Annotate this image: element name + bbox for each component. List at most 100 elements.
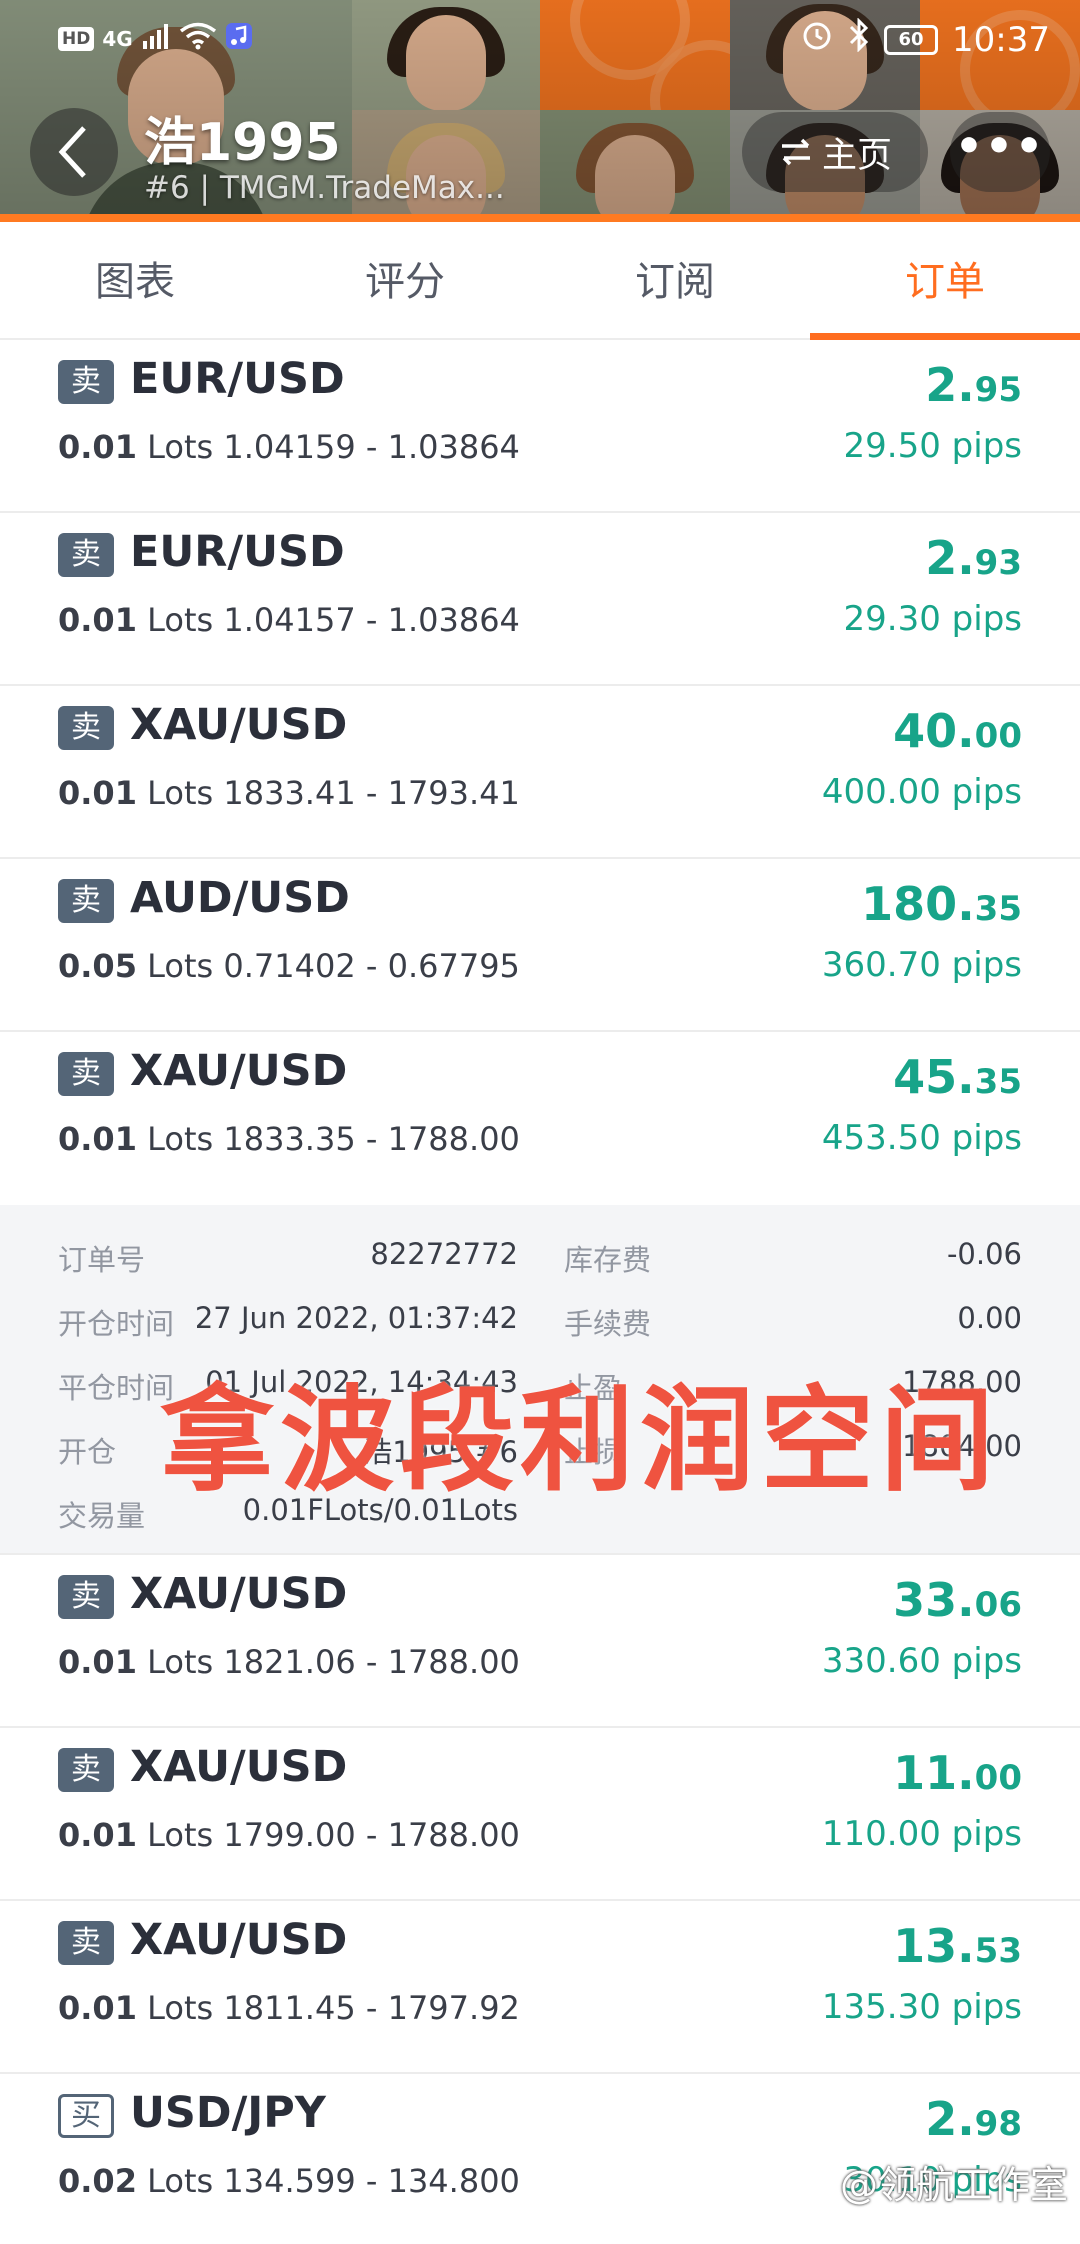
order-qty: 0.01 [58,774,137,812]
order-profit: 2.93 [925,531,1022,585]
sell-badge: 卖 [58,706,114,750]
order-list: 卖 EUR/USD 0.01 Lots 1.04159 - 1.03864 2.… [0,340,1080,2244]
lots-label: Lots [147,2162,214,2200]
back-button[interactable] [30,108,118,196]
open-time-label: 开仓时间 [58,1307,175,1341]
order-pips: 400.00 pips [821,772,1022,812]
tab-subscribe[interactable]: 订阅 [540,222,810,338]
profit-int: 40. [893,704,975,758]
profit-dec: 95 [974,370,1022,410]
order-no-label: 订单号 [58,1243,146,1277]
order-price-range: 1833.35 - 1788.00 [223,1120,520,1158]
wifi-icon [179,22,217,55]
order-qty: 0.01 [58,1120,137,1158]
chevron-left-icon [58,126,86,178]
tab-chart[interactable]: 图表 [0,222,270,338]
order-lots: 0.02 Lots 134.599 - 134.800 [58,2162,520,2200]
order-qty: 0.01 [58,601,137,639]
order-price-range: 1799.00 - 1788.00 [223,1816,520,1854]
order-symbol: XAU/USD [130,1046,348,1096]
battery-icon: 60 [884,24,939,55]
order-symbol: XAU/USD [130,1569,348,1619]
order-symbol: EUR/USD [130,354,345,404]
commission-value: 0.00 [957,1301,1022,1335]
order-symbol: XAU/USD [130,1915,348,1965]
order-row[interactable]: 卖 XAU/USD 0.01 Lots 1821.06 - 1788.00 33… [0,1555,1080,1728]
swap-icon [781,138,810,166]
order-price-range: 1.04159 - 1.03864 [223,428,520,466]
profit-dec: 06 [974,1585,1022,1625]
home-button[interactable]: 主页 [742,112,928,192]
order-row[interactable]: 卖 EUR/USD 0.01 Lots 1.04159 - 1.03864 2.… [0,340,1080,513]
order-pips: 453.50 pips [821,1118,1022,1158]
order-price-range: 134.599 - 134.800 [223,2162,520,2200]
order-pips: 110.00 pips [821,1814,1022,1854]
order-row[interactable]: 卖 EUR/USD 0.01 Lots 1.04157 - 1.03864 2.… [0,513,1080,686]
profit-int: 11. [893,1746,975,1800]
profit-int: 2. [925,531,975,585]
order-symbol: EUR/USD [130,527,345,577]
watermark: @领航工作室 [839,2163,1068,2207]
order-profit: 33.06 [893,1573,1022,1627]
profit-dec: 35 [974,1062,1022,1102]
more-menu-button[interactable]: ••• [950,112,1050,192]
sell-badge: 卖 [58,879,114,923]
order-lots: 0.01 Lots 1833.41 - 1793.41 [58,774,520,812]
order-qty: 0.05 [58,947,137,985]
volume-label: 交易量 [58,1499,146,1533]
header-accent-line [0,214,1080,222]
lots-label: Lots [147,1989,214,2027]
profit-int: 45. [893,1050,975,1104]
order-lots: 0.01 Lots 1799.00 - 1788.00 [58,1816,520,1854]
order-lots: 0.01 Lots 1.04157 - 1.03864 [58,601,520,639]
order-symbol: XAU/USD [130,700,348,750]
profit-dec: 53 [974,1931,1022,1971]
order-row-expanded[interactable]: 卖 XAU/USD 0.01 Lots 1833.35 - 1788.00 45… [0,1032,1080,1205]
network-label: 4G [102,26,133,51]
lots-label: Lots [147,1643,214,1681]
profit-dec: 00 [974,1758,1022,1798]
order-lots: 0.01 Lots 1811.45 - 1797.92 [58,1989,520,2027]
profit-dec: 35 [974,889,1022,929]
tab-rating[interactable]: 评分 [270,222,540,338]
order-qty: 0.01 [58,1816,137,1854]
order-lots: 0.01 Lots 1.04159 - 1.03864 [58,428,520,466]
profit-dec: 98 [974,2104,1022,2144]
sell-badge: 卖 [58,1748,114,1792]
order-symbol: AUD/USD [130,873,350,923]
swap-value: -0.06 [946,1237,1022,1271]
order-profit: 11.00 [893,1746,1022,1800]
order-row[interactable]: 卖 XAU/USD 0.01 Lots 1799.00 - 1788.00 11… [0,1728,1080,1901]
lots-label: Lots [147,1120,214,1158]
home-button-label: 主页 [821,135,892,176]
order-profit: 2.95 [925,358,1022,412]
order-no-value: 82272772 [370,1237,518,1271]
profile-header: HD 4G 60 10:37 浩1995 #6 | TMGM.TradeMax.… [0,0,1080,222]
order-row[interactable]: 卖 XAU/USD 0.01 Lots 1811.45 - 1797.92 13… [0,1901,1080,2074]
order-pips: 29.30 pips [843,599,1022,639]
order-pips: 360.70 pips [821,945,1022,985]
order-pips: 29.50 pips [843,426,1022,466]
order-profit: 40.00 [893,704,1022,758]
profit-int: 2. [925,358,975,412]
overlay-caption: 拿波段利润空间 [160,1374,1001,1507]
lots-label: Lots [147,601,214,639]
order-row[interactable]: 卖 AUD/USD 0.05 Lots 0.71402 - 0.67795 18… [0,859,1080,1032]
swap-label: 库存费 [564,1243,652,1277]
commission-label: 手续费 [564,1307,652,1341]
tab-orders[interactable]: 订单 [810,222,1080,340]
order-profit: 13.53 [893,1919,1022,1973]
order-row[interactable]: 卖 XAU/USD 0.01 Lots 1833.41 - 1793.41 40… [0,686,1080,859]
status-left: HD 4G [58,22,253,55]
order-qty: 0.02 [58,2162,137,2200]
order-lots: 0.01 Lots 1833.35 - 1788.00 [58,1120,520,1158]
profit-int: 180. [861,877,975,931]
order-lots: 0.05 Lots 0.71402 - 0.67795 [58,947,520,985]
order-pips: 135.30 pips [821,1987,1022,2027]
order-price-range: 1821.06 - 1788.00 [223,1643,520,1681]
profit-int: 2. [925,2092,975,2146]
order-symbol: XAU/USD [130,1742,348,1792]
open-time-value: 27 Jun 2022, 01:37:42 [194,1301,518,1335]
lots-label: Lots [147,947,214,985]
profit-int: 33. [893,1573,975,1627]
